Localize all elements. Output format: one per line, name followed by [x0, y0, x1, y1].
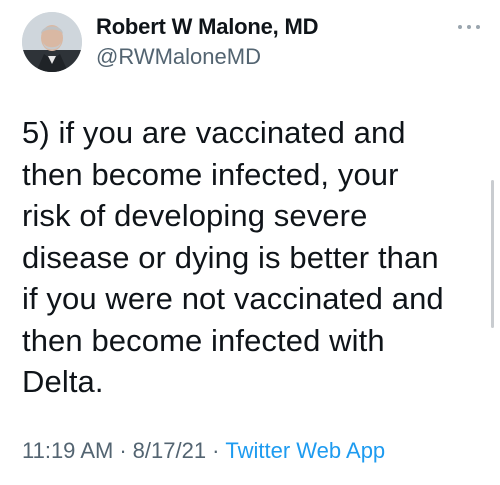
author-handle[interactable]: @RWMaloneMD	[96, 44, 261, 70]
tweet-text: 5) if you are vaccinated and then become…	[22, 115, 444, 399]
tweet-time[interactable]: 11:19 AM	[22, 438, 113, 463]
tweet-card: Robert W Malone, MD @RWMaloneMD 5) if yo…	[0, 0, 500, 485]
tweet-meta: 11:19 AM · 8/17/21 · Twitter Web App	[22, 438, 385, 464]
scrollbar[interactable]	[491, 180, 494, 328]
meta-separator: ·	[119, 438, 127, 463]
tweet-date[interactable]: 8/17/21	[133, 438, 206, 463]
author-name[interactable]: Robert W Malone, MD	[96, 14, 319, 40]
avatar-photo-icon	[22, 12, 82, 72]
tweet-source-link[interactable]: Twitter Web App	[225, 438, 385, 463]
meta-separator: ·	[212, 438, 220, 463]
more-options-icon[interactable]	[455, 20, 483, 34]
avatar[interactable]	[22, 12, 82, 72]
